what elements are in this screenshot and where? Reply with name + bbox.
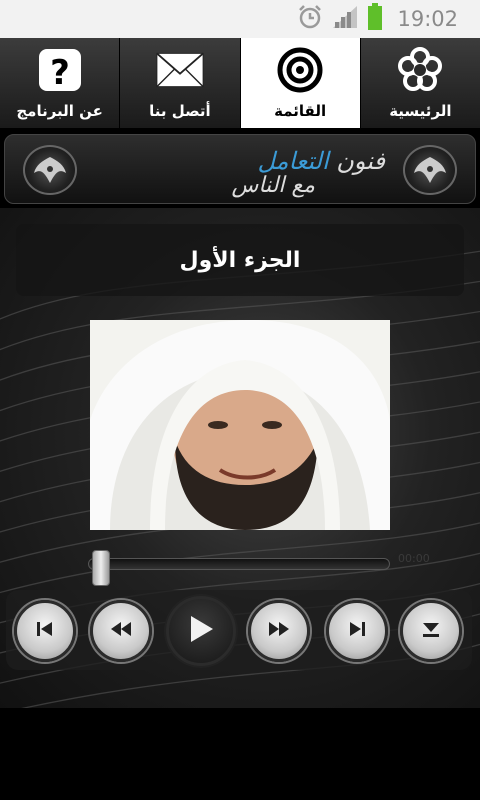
fast-forward-button[interactable] — [248, 600, 310, 662]
seek-track[interactable] — [88, 558, 390, 570]
nav-menu-label: القائمة — [274, 102, 327, 120]
target-icon — [276, 46, 324, 94]
clock: 19:02 — [397, 7, 458, 31]
nav-about-label: عن البرنامج — [16, 102, 103, 120]
envelope-icon — [156, 46, 204, 94]
title-banner: فنون التعامل مع الناس — [4, 134, 476, 204]
download-icon — [420, 619, 442, 643]
part-title-box: الجزء الأول — [16, 224, 464, 296]
nav-contact-label: أتصل بنا — [149, 102, 211, 120]
title-highlight: التعامل — [257, 147, 329, 175]
part-title: الجزء الأول — [179, 247, 301, 273]
signal-icon — [331, 4, 359, 34]
next-track-icon — [347, 619, 367, 643]
emblem-icon — [23, 145, 77, 195]
download-button[interactable] — [400, 600, 462, 662]
nav-menu[interactable]: القائمة — [239, 38, 360, 128]
elapsed-time: 00:00 — [398, 552, 430, 565]
question-icon: ? — [36, 46, 84, 94]
bottom-blank-area — [0, 708, 480, 800]
flower-icon — [396, 46, 444, 94]
nav-contact[interactable]: أتصل بنا — [119, 38, 239, 128]
previous-track-button[interactable] — [14, 600, 76, 662]
seek-thumb[interactable] — [92, 550, 110, 586]
nav-about[interactable]: ? عن البرنامج — [0, 38, 119, 128]
next-track-button[interactable] — [326, 600, 388, 662]
previous-track-icon — [35, 619, 55, 643]
play-button[interactable] — [166, 596, 236, 666]
player-controls — [6, 590, 472, 670]
rewind-button[interactable] — [90, 600, 152, 662]
speaker-portrait — [90, 320, 390, 530]
app-title: فنون التعامل مع الناس — [95, 141, 386, 201]
title-prefix: فنون — [328, 147, 385, 175]
alarm-icon — [297, 4, 323, 34]
play-icon — [187, 614, 215, 648]
top-nav: ? عن البرنامج أتصل بنا القائمة الرئيسية — [0, 38, 480, 130]
player-area: الجزء الأول 00:00 — [0, 208, 480, 708]
nav-home-label: الرئيسية — [389, 102, 452, 120]
fast-forward-icon — [267, 619, 291, 643]
nav-home[interactable]: الرئيسية — [359, 38, 480, 128]
seek-bar[interactable] — [88, 550, 390, 586]
svg-text:?: ? — [50, 53, 70, 93]
title-line2: مع الناس — [231, 173, 316, 198]
battery-icon — [367, 3, 383, 35]
emblem-icon — [403, 145, 457, 195]
rewind-icon — [109, 619, 133, 643]
status-bar: 19:02 — [0, 0, 480, 38]
